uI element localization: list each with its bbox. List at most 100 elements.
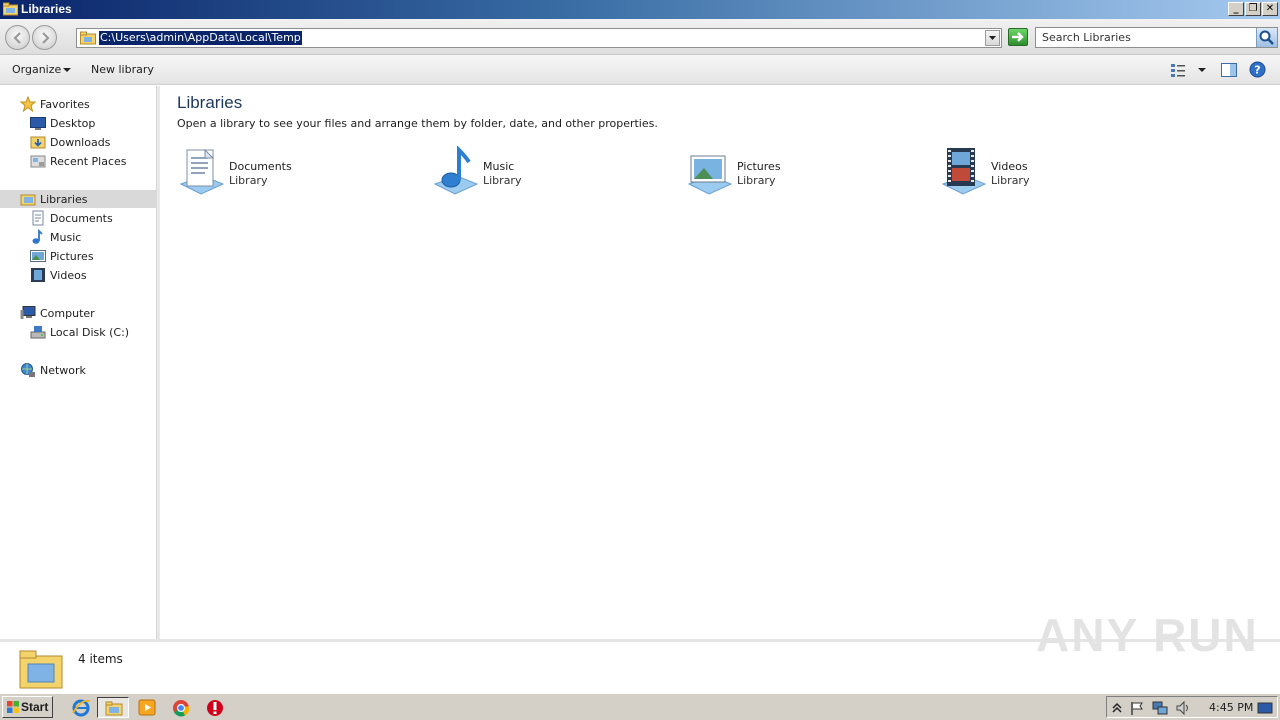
libraries-folder-icon bbox=[3, 2, 18, 16]
address-row: C:\Users\admin\AppData\Local\Temp Search… bbox=[0, 19, 1280, 55]
nav-item-documents[interactable]: Documents bbox=[0, 209, 157, 227]
local-disk-icon bbox=[30, 326, 46, 339]
documents-library-icon bbox=[179, 148, 225, 195]
library-type: Library bbox=[737, 174, 776, 187]
library-tile-videos[interactable]: Videos Library bbox=[939, 146, 1159, 198]
minimize-button[interactable]: _ bbox=[1228, 2, 1244, 16]
content-pane: Libraries Open a library to see your fil… bbox=[160, 86, 1280, 639]
chrome-icon[interactable] bbox=[170, 697, 192, 718]
taskbar: Start 4:45 PM bbox=[0, 693, 1280, 720]
network-status-icon[interactable] bbox=[1152, 700, 1168, 716]
change-view-icon[interactable] bbox=[1170, 63, 1186, 77]
nav-item-downloads[interactable]: Downloads bbox=[0, 133, 157, 151]
windows-flag-icon bbox=[7, 701, 19, 713]
svg-text:?: ? bbox=[1254, 64, 1260, 77]
search-icon bbox=[1259, 30, 1274, 45]
star-icon bbox=[20, 96, 36, 112]
command-bar: Organize New library ? bbox=[0, 55, 1280, 85]
network-icon bbox=[21, 363, 35, 377]
folder-icon bbox=[80, 31, 96, 45]
antivirus-icon[interactable] bbox=[204, 697, 226, 718]
nav-item-recent-places[interactable]: Recent Places bbox=[0, 152, 157, 170]
pictures-icon bbox=[30, 250, 46, 262]
libraries-folder-icon bbox=[19, 650, 63, 689]
library-type: Library bbox=[229, 174, 268, 187]
videos-library-icon bbox=[941, 148, 987, 195]
system-tray: 4:45 PM bbox=[1106, 696, 1278, 718]
nav-item-desktop[interactable]: Desktop bbox=[0, 114, 157, 132]
library-tile-documents[interactable]: Documents Library bbox=[177, 146, 397, 198]
new-library-button[interactable]: New library bbox=[91, 63, 154, 76]
nav-item-videos[interactable]: Videos bbox=[0, 266, 157, 284]
nav-label: Favorites bbox=[40, 98, 90, 111]
organize-chevron-down-icon[interactable] bbox=[63, 68, 71, 72]
media-player-icon[interactable] bbox=[136, 697, 158, 718]
library-name: Videos bbox=[991, 160, 1028, 173]
library-name: Music bbox=[483, 160, 515, 173]
nav-label: Libraries bbox=[40, 193, 88, 206]
nav-item-computer[interactable]: Computer bbox=[0, 304, 157, 322]
search-placeholder: Search Libraries bbox=[1042, 31, 1131, 44]
search-box[interactable]: Search Libraries bbox=[1035, 27, 1278, 48]
volume-speaker-icon[interactable] bbox=[1175, 700, 1191, 716]
address-bar[interactable]: C:\Users\admin\AppData\Local\Temp bbox=[76, 28, 1002, 48]
desktop-icon bbox=[30, 117, 46, 130]
music-note-icon bbox=[32, 229, 43, 244]
nav-label: Recent Places bbox=[50, 155, 127, 168]
nav-item-network[interactable]: Network bbox=[0, 361, 157, 379]
restore-button[interactable]: ❐ bbox=[1245, 2, 1261, 16]
go-button[interactable] bbox=[1008, 28, 1028, 46]
action-center-flag-icon[interactable] bbox=[1129, 700, 1145, 716]
go-arrow-icon bbox=[1012, 32, 1024, 42]
organize-button[interactable]: Organize bbox=[12, 63, 61, 76]
nav-label: Videos bbox=[50, 269, 87, 282]
internet-explorer-icon[interactable] bbox=[70, 697, 92, 718]
windows-explorer-taskbar-button[interactable] bbox=[97, 697, 129, 718]
pictures-library-icon bbox=[687, 155, 733, 195]
start-button[interactable]: Start bbox=[2, 696, 53, 718]
window-title: Libraries bbox=[21, 2, 72, 16]
nav-item-libraries[interactable]: Libraries bbox=[0, 190, 157, 208]
library-name: Documents bbox=[229, 160, 292, 173]
nav-item-pictures[interactable]: Pictures bbox=[0, 247, 157, 265]
navigation-pane: Favorites Desktop Downloads Recent Place… bbox=[0, 86, 157, 639]
computer-icon bbox=[20, 306, 36, 319]
view-options-chevron-down-icon[interactable] bbox=[1198, 68, 1206, 72]
library-tile-music[interactable]: Music Library bbox=[431, 146, 651, 198]
help-icon[interactable]: ? bbox=[1249, 61, 1266, 78]
recent-places-icon bbox=[30, 155, 46, 168]
watermark-logo: ANY RUN bbox=[1036, 609, 1259, 661]
music-library-icon bbox=[433, 146, 479, 195]
library-name: Pictures bbox=[737, 160, 781, 173]
documents-icon bbox=[32, 210, 44, 226]
library-type: Library bbox=[991, 174, 1030, 187]
search-button[interactable] bbox=[1256, 28, 1277, 47]
address-path-text[interactable]: C:\Users\admin\AppData\Local\Temp bbox=[99, 31, 302, 45]
nav-item-favorites[interactable]: Favorites bbox=[0, 95, 157, 113]
videos-filmstrip-icon bbox=[31, 268, 45, 282]
title-bar: Libraries _ ❐ ✕ bbox=[0, 0, 1280, 19]
preview-pane-icon[interactable] bbox=[1221, 62, 1237, 78]
chevron-down-icon bbox=[989, 36, 996, 40]
show-hidden-icons-icon[interactable] bbox=[1109, 700, 1125, 716]
page-subtitle: Open a library to see your files and arr… bbox=[177, 117, 658, 130]
nav-label: Local Disk (C:) bbox=[50, 326, 130, 339]
back-button[interactable] bbox=[5, 25, 30, 50]
item-count: 4 items bbox=[78, 652, 123, 666]
nav-label: Network bbox=[40, 364, 86, 377]
clock[interactable]: 4:45 PM bbox=[1209, 701, 1253, 714]
close-button[interactable]: ✕ bbox=[1262, 2, 1278, 16]
nav-label: Computer bbox=[40, 307, 95, 320]
nav-label: Documents bbox=[50, 212, 113, 225]
nav-label: Downloads bbox=[50, 136, 111, 149]
forward-arrow-icon bbox=[42, 32, 50, 44]
nav-item-local-disk[interactable]: Local Disk (C:) bbox=[0, 323, 157, 341]
library-tile-pictures[interactable]: Pictures Library bbox=[685, 146, 905, 198]
forward-button[interactable] bbox=[32, 25, 57, 50]
downloads-folder-icon bbox=[30, 136, 46, 149]
address-dropdown-button[interactable] bbox=[985, 30, 1000, 46]
windows-explorer-icon bbox=[105, 701, 123, 716]
page-title: Libraries bbox=[177, 93, 243, 112]
nav-item-music[interactable]: Music bbox=[0, 228, 157, 246]
show-desktop-icon[interactable] bbox=[1257, 700, 1273, 716]
